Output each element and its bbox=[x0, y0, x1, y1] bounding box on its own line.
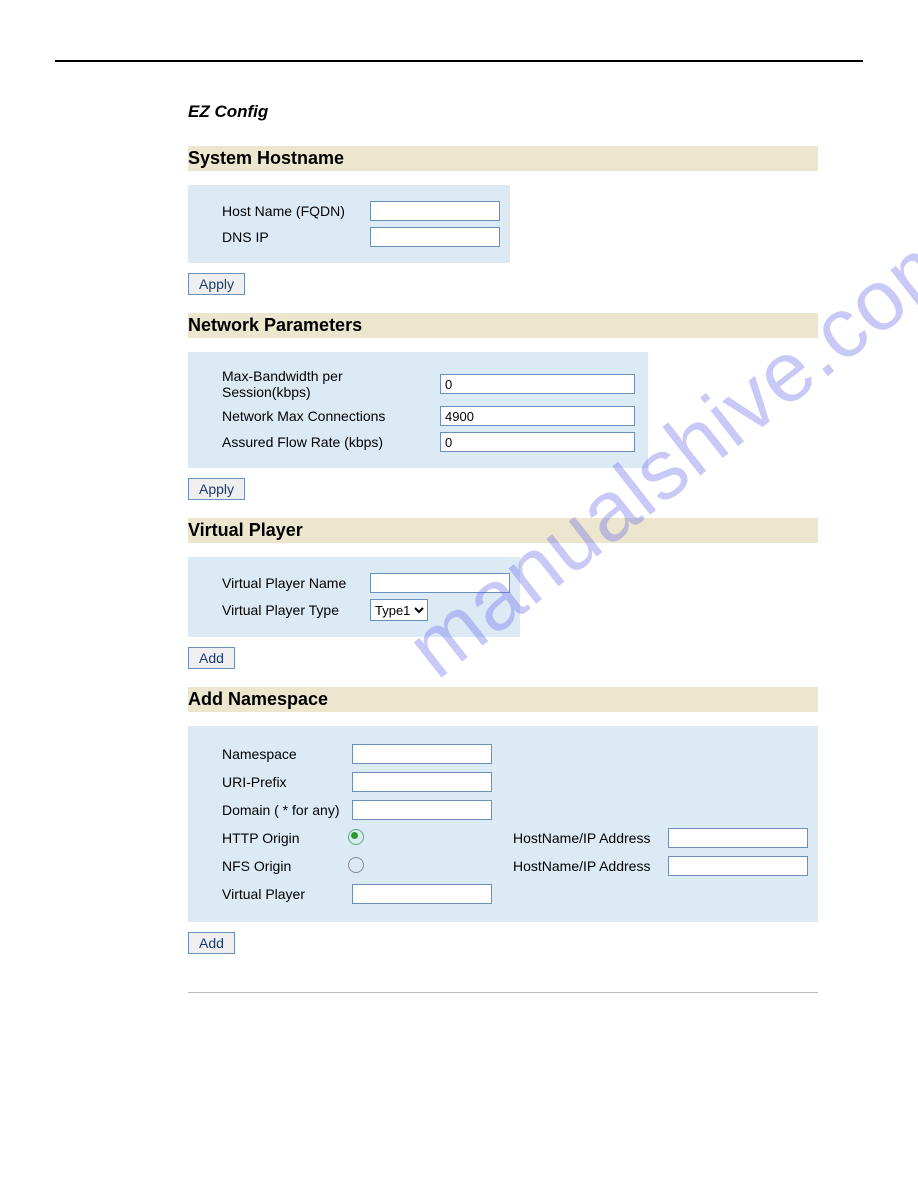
input-ns-vp[interactable] bbox=[352, 884, 492, 904]
radio-nfs-origin[interactable] bbox=[348, 857, 364, 873]
input-http-hostip[interactable] bbox=[668, 828, 808, 848]
add-namespace-button[interactable]: Add bbox=[188, 932, 235, 954]
input-uri-prefix[interactable] bbox=[352, 772, 492, 792]
panel-system-hostname: Host Name (FQDN) DNS IP bbox=[188, 185, 510, 263]
label-http-origin: HTTP Origin bbox=[222, 830, 348, 846]
apply-network-button[interactable]: Apply bbox=[188, 478, 245, 500]
label-host-name: Host Name (FQDN) bbox=[222, 203, 362, 219]
label-dns-ip: DNS IP bbox=[222, 229, 362, 245]
section-virtual-player: Virtual Player bbox=[188, 518, 818, 543]
label-assured-flow-rate: Assured Flow Rate (kbps) bbox=[222, 434, 432, 450]
input-dns-ip[interactable] bbox=[370, 227, 500, 247]
input-host-name[interactable] bbox=[370, 201, 500, 221]
input-domain[interactable] bbox=[352, 800, 492, 820]
label-namespace: Namespace bbox=[222, 746, 352, 762]
add-vp-button[interactable]: Add bbox=[188, 647, 235, 669]
bottom-rule bbox=[188, 992, 818, 993]
section-system-hostname: System Hostname bbox=[188, 146, 818, 171]
label-max-connections: Network Max Connections bbox=[222, 408, 432, 424]
input-max-bandwidth[interactable] bbox=[440, 374, 635, 394]
label-nfs-origin: NFS Origin bbox=[222, 858, 348, 874]
panel-add-namespace: Namespace URI-Prefix Domain ( * for any)… bbox=[188, 726, 818, 922]
input-max-connections[interactable] bbox=[440, 406, 635, 426]
label-ns-vp: Virtual Player bbox=[222, 886, 352, 902]
input-namespace[interactable] bbox=[352, 744, 492, 764]
panel-network-parameters: Max-Bandwidth per Session(kbps) Network … bbox=[188, 352, 648, 468]
label-max-bandwidth: Max-Bandwidth per Session(kbps) bbox=[222, 368, 432, 400]
label-domain: Domain ( * for any) bbox=[222, 802, 352, 818]
label-vp-name: Virtual Player Name bbox=[222, 575, 362, 591]
label-vp-type: Virtual Player Type bbox=[222, 602, 362, 618]
apply-hostname-button[interactable]: Apply bbox=[188, 273, 245, 295]
section-network-parameters: Network Parameters bbox=[188, 313, 818, 338]
panel-virtual-player: Virtual Player Name Virtual Player Type … bbox=[188, 557, 520, 637]
input-assured-flow-rate[interactable] bbox=[440, 432, 635, 452]
radio-http-origin[interactable] bbox=[348, 829, 364, 845]
input-vp-name[interactable] bbox=[370, 573, 510, 593]
label-uri-prefix: URI-Prefix bbox=[222, 774, 352, 790]
input-nfs-hostip[interactable] bbox=[668, 856, 808, 876]
label-http-hostip: HostName/IP Address bbox=[503, 830, 668, 846]
label-nfs-hostip: HostName/IP Address bbox=[503, 858, 668, 874]
section-add-namespace: Add Namespace bbox=[188, 687, 818, 712]
top-rule bbox=[55, 60, 863, 62]
select-vp-type[interactable]: Type1 bbox=[370, 599, 428, 621]
page-title: EZ Config bbox=[188, 102, 818, 122]
